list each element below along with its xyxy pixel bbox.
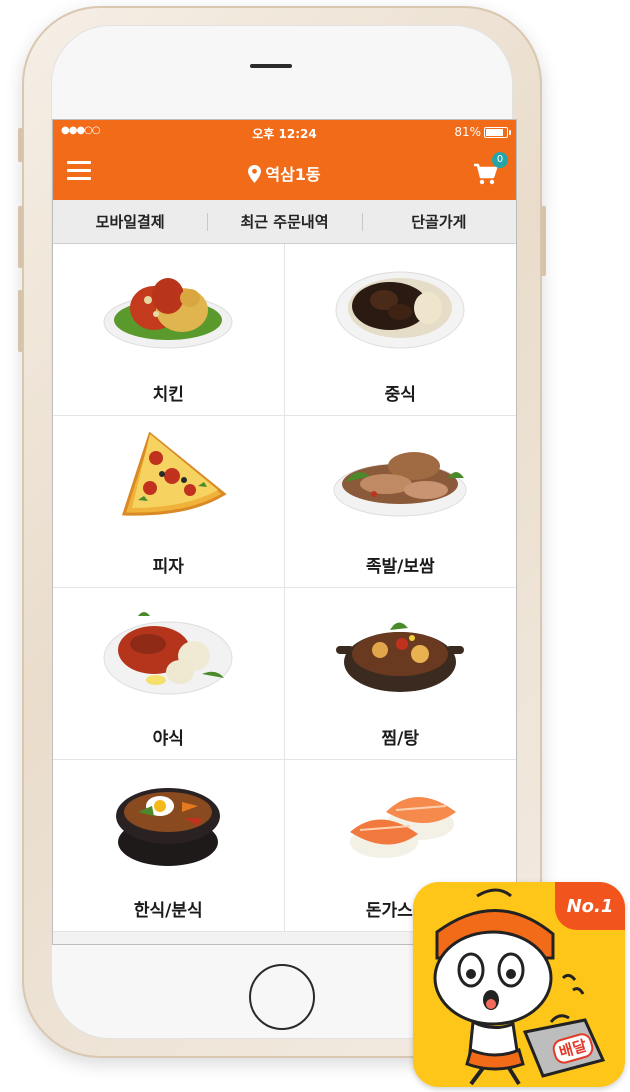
battery-status: 81% bbox=[454, 125, 511, 139]
volume-up-button bbox=[18, 206, 23, 268]
chicken-image bbox=[103, 278, 233, 349]
cart-count-badge: 0 bbox=[492, 152, 508, 168]
delivery-mascot-icon bbox=[433, 888, 606, 1086]
quick-tabs: 모바일결제 최근 주문내역 단골가게 bbox=[53, 200, 516, 244]
category-label: 족발/보쌈 bbox=[365, 557, 435, 577]
tab-recent-orders[interactable]: 최근 주문내역 bbox=[207, 200, 361, 243]
location-selector[interactable]: 역삼1동 bbox=[53, 161, 516, 185]
mute-switch bbox=[18, 128, 23, 162]
cart-button[interactable]: 0 bbox=[472, 152, 508, 186]
category-late-night[interactable]: 야식 bbox=[53, 588, 285, 760]
volume-down-button bbox=[18, 290, 23, 352]
category-pizza[interactable]: 피자 bbox=[53, 416, 285, 588]
category-label: 피자 bbox=[152, 557, 184, 577]
category-jokbal[interactable]: 족발/보쌈 bbox=[284, 416, 516, 588]
category-grid: 치킨 중식 피자 족발/보쌈 야식 찜/탕 한식/분식 돈가스/일 bbox=[53, 244, 516, 932]
battery-icon bbox=[484, 126, 511, 138]
tab-mobile-payment[interactable]: 모바일결제 bbox=[53, 200, 207, 243]
status-bar: ●●●○○ 오후 12:24 81% bbox=[53, 120, 516, 144]
stew-image bbox=[336, 622, 465, 692]
category-chinese[interactable]: 중식 bbox=[284, 244, 516, 416]
location-label: 역삼1동 bbox=[265, 165, 321, 184]
tab-favorite-stores[interactable]: 단골가게 bbox=[361, 200, 516, 243]
sushi-image bbox=[350, 797, 457, 858]
nav-bar: 역삼1동 0 bbox=[53, 144, 516, 200]
korean-food-image bbox=[116, 788, 221, 866]
location-pin-icon bbox=[248, 165, 262, 183]
battery-percent: 81% bbox=[454, 125, 481, 139]
category-label: 중식 bbox=[384, 385, 416, 405]
status-time: 오후 12:24 bbox=[252, 127, 317, 141]
pizza-image bbox=[122, 431, 227, 516]
category-label: 찜/탕 bbox=[381, 729, 420, 749]
jokbal-bossam-image bbox=[333, 452, 467, 517]
category-label: 한식/분식 bbox=[133, 901, 203, 921]
category-korean[interactable]: 한식/분식 bbox=[53, 760, 285, 932]
late-night-food-image bbox=[103, 612, 233, 695]
power-button bbox=[541, 206, 546, 276]
category-stew[interactable]: 찜/탕 bbox=[284, 588, 516, 760]
category-chicken[interactable]: 치킨 bbox=[53, 244, 285, 416]
app-screen: ●●●○○ 오후 12:24 81% 역삼1동 0 모바일결제 최근 주문내역 … bbox=[52, 119, 517, 945]
category-label: 야식 bbox=[152, 729, 184, 749]
category-label: 치킨 bbox=[152, 385, 184, 405]
app-icon-mascot: No.1 배달 bbox=[413, 882, 625, 1087]
home-button[interactable] bbox=[249, 964, 315, 1030]
speaker bbox=[250, 64, 292, 68]
chinese-food-image bbox=[335, 271, 465, 349]
